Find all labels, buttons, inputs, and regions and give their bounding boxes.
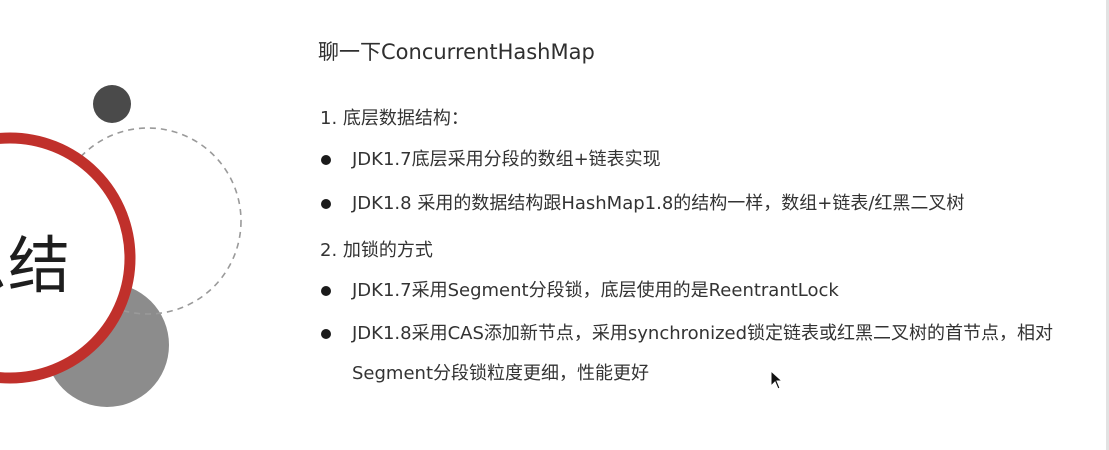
mouse-pointer-icon <box>770 370 784 390</box>
section-heading-locking: 2. 加锁的方式 <box>320 240 433 261</box>
bullet-text: JDK1.7底层采用分段的数组+链表实现 <box>352 149 661 170</box>
summary-heading: 总结 <box>0 229 73 302</box>
bullet-item: JDK1.7采用Segment分段锁，底层使用的是ReentrantLock <box>321 271 839 311</box>
section-heading-data-structure: 1. 底层数据结构： <box>320 108 469 129</box>
bullet-text: JDK1.8 采用的数据结构跟HashMap1.8的结构一样，数组+链表/红黑二… <box>352 193 965 214</box>
dark-small-circle <box>93 85 131 123</box>
slide-title: 聊一下ConcurrentHashMap <box>318 40 595 64</box>
bullet-icon <box>321 286 331 296</box>
presentation-slide: 总结 聊一下ConcurrentHashMap 1. 底层数据结构： JDK1.… <box>0 0 1109 450</box>
bullet-text: JDK1.8采用CAS添加新节点，采用synchronized锁定链表或红黑二叉… <box>352 323 1054 384</box>
bullet-text: JDK1.7采用Segment分段锁，底层使用的是ReentrantLock <box>352 280 839 301</box>
bullet-item: JDK1.8采用CAS添加新节点，采用synchronized锁定链表或红黑二叉… <box>321 314 1102 394</box>
decorative-circles <box>0 85 242 407</box>
bullet-item: JDK1.7底层采用分段的数组+链表实现 <box>321 140 661 180</box>
bullet-item: JDK1.8 采用的数据结构跟HashMap1.8的结构一样，数组+链表/红黑二… <box>321 184 965 224</box>
bullet-icon <box>321 199 331 209</box>
bullet-icon <box>321 155 331 165</box>
bullet-icon <box>321 329 331 339</box>
